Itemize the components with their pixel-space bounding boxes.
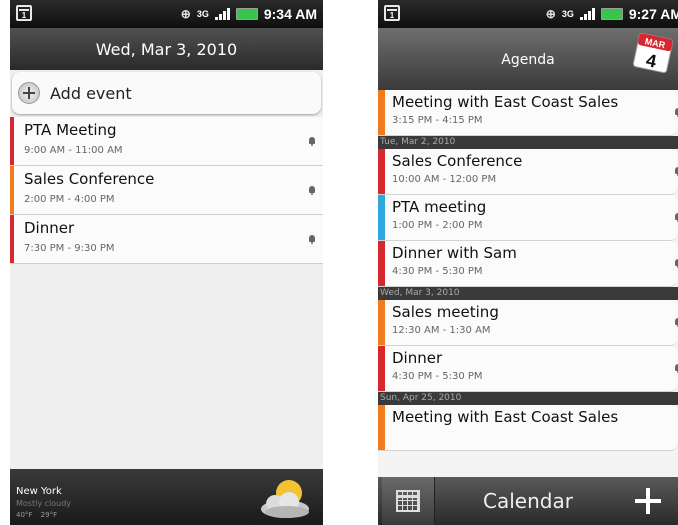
event-time: 10:00 AM - 12:00 PM	[392, 174, 497, 185]
agenda-header: Agenda MAR 4	[378, 28, 678, 90]
event-time: 12:30 AM - 1:30 AM	[392, 325, 491, 336]
calendar-notification-icon: 1	[384, 5, 400, 21]
agenda-event-item[interactable]: Dinner 4:30 PM - 5:30 PM	[378, 346, 678, 392]
date-separator: Sun, Apr 25, 2010	[378, 392, 678, 405]
signal-icon	[214, 8, 230, 20]
agenda-event-item[interactable]: Dinner with Sam 4:30 PM - 5:30 PM	[378, 241, 678, 287]
event-title: Sales meeting	[392, 303, 499, 321]
signal-icon	[579, 8, 595, 20]
battery-icon	[600, 8, 623, 20]
status-time: 9:27 AM	[628, 6, 678, 22]
add-event-button[interactable]: Add event	[12, 72, 321, 114]
calendar-grid-icon	[396, 490, 420, 512]
event-time: 9:00 AM - 11:00 AM	[24, 145, 123, 156]
weather-condition: Mostly cloudy	[16, 499, 71, 508]
status-bar: 1 ⊕ 3G 9:34 AM	[10, 0, 323, 28]
event-time: 2:00 PM - 4:00 PM	[24, 194, 115, 205]
event-time: 7:30 PM - 9:30 PM	[24, 243, 115, 254]
event-color-stripe	[378, 346, 385, 391]
status-bar: 1 ⊕ 3G 9:27 AM	[378, 0, 678, 28]
agenda-event-item[interactable]: Sales meeting 12:30 AM - 1:30 AM	[378, 300, 678, 346]
event-title: Meeting with East Coast Sales	[392, 408, 619, 426]
event-time: 4:30 PM - 5:30 PM	[392, 266, 483, 277]
calendar-view-button[interactable]	[382, 477, 435, 525]
date-separator: Tue, Mar 2, 2010	[378, 136, 678, 149]
battery-icon	[235, 8, 258, 20]
bottom-toolbar: Calendar	[378, 477, 678, 525]
calendar-notification-day: 1	[21, 11, 27, 20]
event-color-stripe	[378, 241, 385, 286]
event-item[interactable]: Dinner 7:30 PM - 9:30 PM	[10, 215, 323, 264]
event-time: 4:30 PM - 5:30 PM	[392, 371, 483, 382]
network-3g-icon: 3G	[196, 8, 209, 19]
calendar-label[interactable]: Calendar	[440, 477, 616, 525]
weather-high: 40°F	[16, 511, 33, 519]
event-time: 1:00 PM - 2:00 PM	[392, 220, 483, 231]
event-title: Meeting with East Coast Sales	[392, 93, 619, 111]
event-title: Dinner with Sam	[392, 244, 517, 262]
event-color-stripe	[378, 90, 385, 135]
event-color-stripe	[378, 195, 385, 240]
calendar-date-icon[interactable]: MAR 4	[630, 30, 676, 76]
agenda-event-item[interactable]: PTA meeting 1:00 PM - 2:00 PM	[378, 195, 678, 241]
event-color-stripe	[378, 300, 385, 345]
agenda-event-item[interactable]: Sales Conference 10:00 AM - 12:00 PM	[378, 149, 678, 195]
event-item[interactable]: PTA Meeting 9:00 AM - 11:00 AM	[10, 117, 323, 166]
plus-circle-icon	[18, 82, 40, 104]
sync-icon: ⊕	[545, 7, 556, 21]
add-event-label: Add event	[50, 83, 132, 103]
day-date-header[interactable]: Wed, Mar 3, 2010	[10, 28, 323, 70]
calendar-notification-day: 1	[389, 11, 395, 20]
day-event-list: PTA Meeting 9:00 AM - 11:00 AM Sales Con…	[10, 117, 323, 264]
reminder-bell-icon	[309, 235, 315, 244]
event-item[interactable]: Sales Conference 2:00 PM - 4:00 PM	[10, 166, 323, 215]
event-color-stripe	[10, 215, 14, 263]
weather-low: 29°F	[40, 511, 58, 519]
event-color-stripe	[10, 166, 14, 214]
agenda-event-item[interactable]: Meeting with East Coast Sales 3:15 PM - …	[378, 90, 678, 136]
status-time: 9:34 AM	[263, 6, 317, 22]
weather-bar[interactable]: New York Mostly cloudy 40°F 29°F	[10, 469, 323, 525]
event-color-stripe	[378, 149, 385, 194]
weather-temps: 40°F 29°F	[16, 511, 63, 519]
event-title: Dinner	[392, 349, 443, 367]
reminder-bell-icon	[309, 186, 315, 195]
add-event-plus-button[interactable]	[618, 477, 678, 525]
event-title: Sales Conference	[24, 170, 155, 188]
reminder-bell-icon	[309, 137, 315, 146]
calendar-notification-icon: 1	[16, 5, 32, 21]
agenda-event-item[interactable]: Meeting with East Coast Sales	[378, 405, 678, 451]
date-separator: Wed, Mar 3, 2010	[378, 287, 678, 300]
partly-cloudy-icon	[261, 480, 309, 518]
event-color-stripe	[10, 117, 14, 165]
weather-city: New York	[16, 486, 62, 497]
sync-icon: ⊕	[180, 7, 191, 21]
event-title: Dinner	[24, 219, 75, 237]
event-title: Sales Conference	[392, 152, 523, 170]
event-title: PTA meeting	[392, 198, 487, 216]
agenda-list: Meeting with East Coast Sales 3:15 PM - …	[378, 90, 678, 451]
day-view-screen: 1 ⊕ 3G 9:34 AM Wed, Mar 3, 2010 Add even…	[10, 0, 323, 525]
event-color-stripe	[378, 405, 385, 450]
event-title: PTA Meeting	[24, 121, 117, 139]
agenda-view-screen: 1 ⊕ 3G 9:27 AM Agenda MAR 4 Meeting with…	[378, 0, 678, 525]
network-3g-icon: 3G	[561, 8, 574, 19]
event-time: 3:15 PM - 4:15 PM	[392, 115, 483, 126]
